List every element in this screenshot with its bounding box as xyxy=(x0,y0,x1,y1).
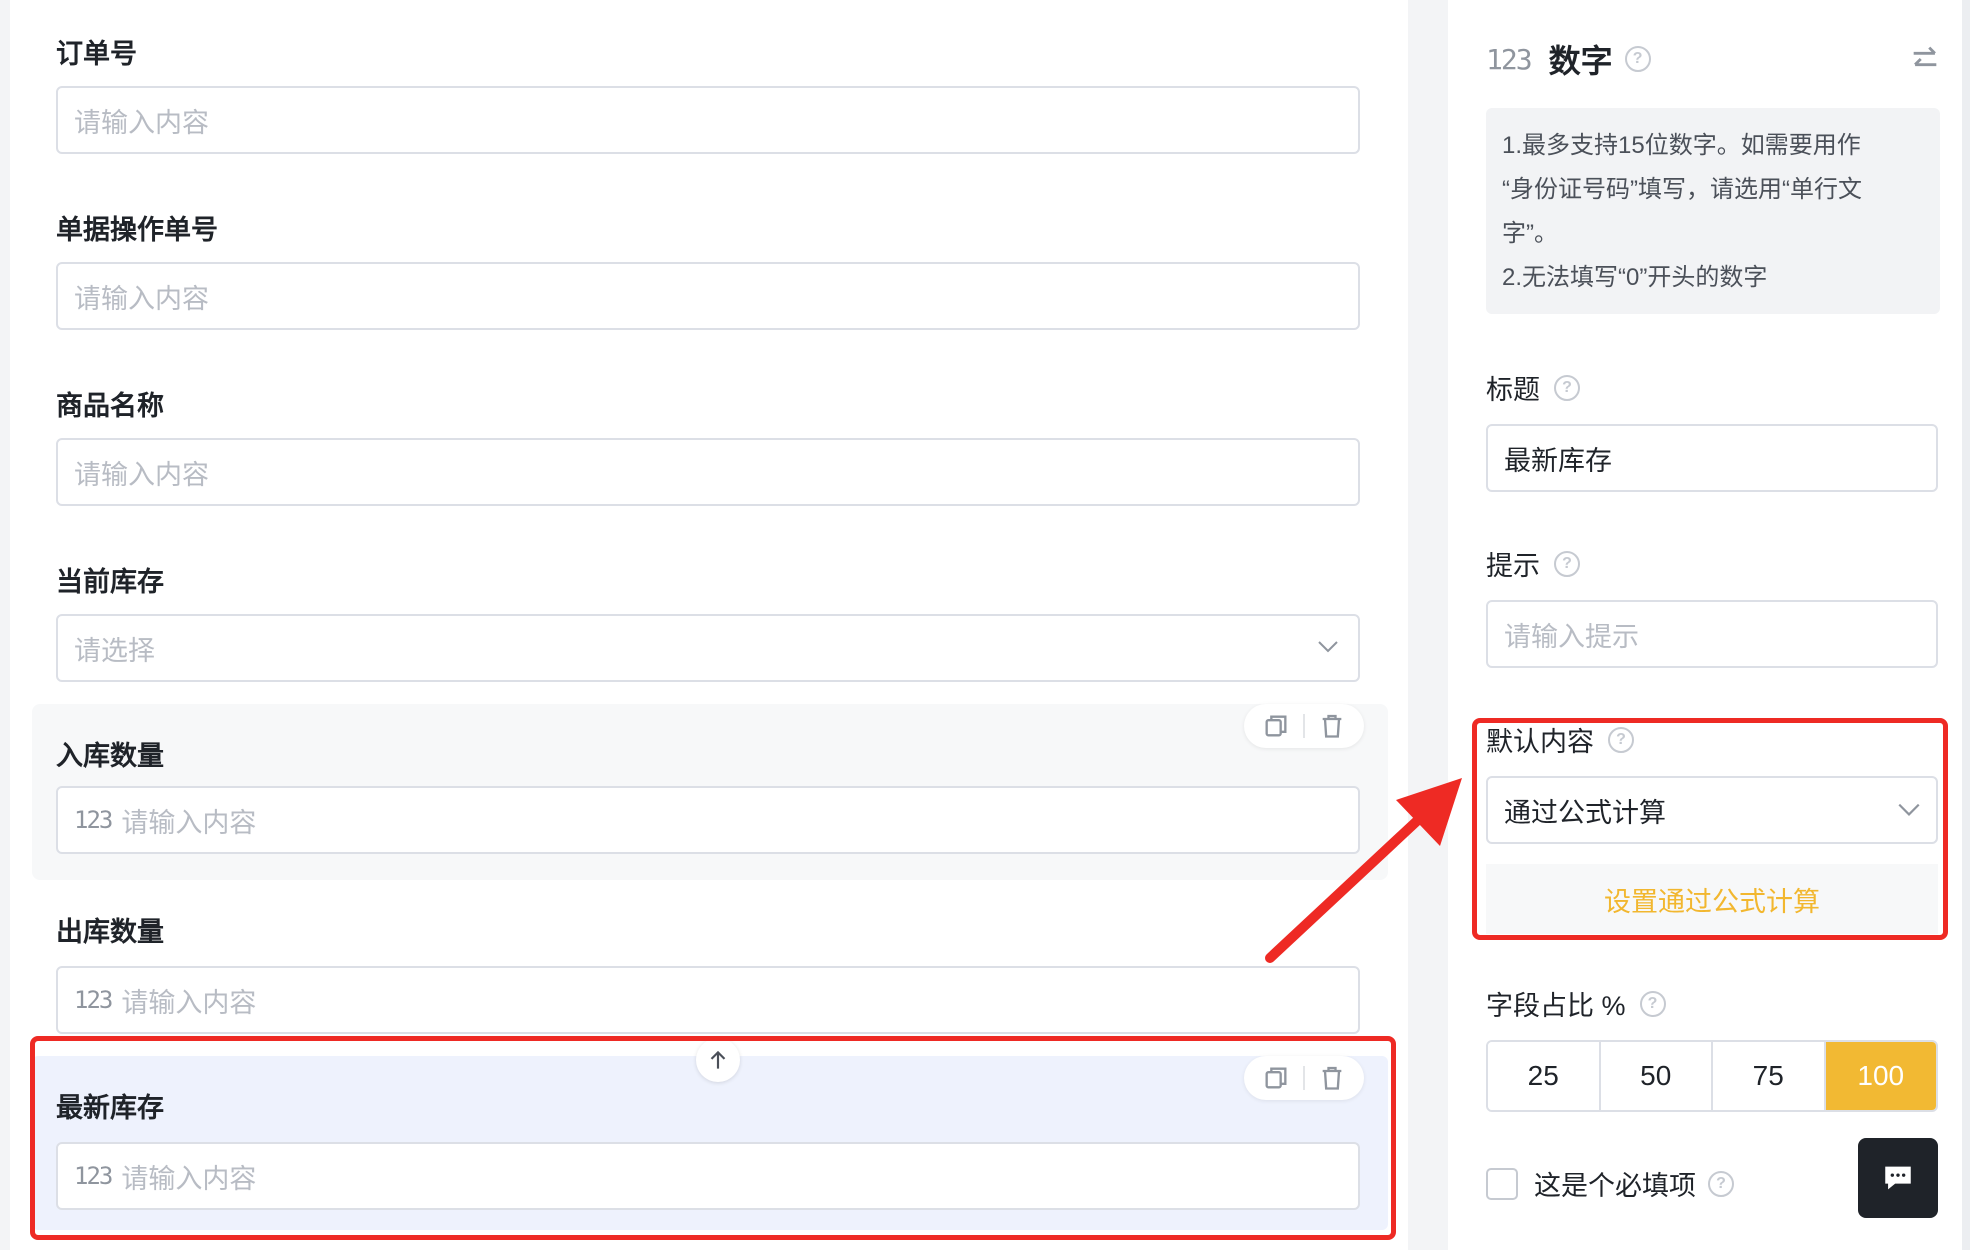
delete-icon[interactable] xyxy=(1318,712,1346,740)
help-icon[interactable]: ? xyxy=(1608,726,1634,753)
title-label-text: 标题 xyxy=(1486,375,1540,405)
panel-header: 123 数字 ? xyxy=(1486,36,1651,82)
toolbar-divider xyxy=(1302,1066,1305,1090)
default-content-value: 通过公式计算 xyxy=(1504,797,1666,828)
default-content-select[interactable]: 通过公式计算 xyxy=(1486,776,1938,844)
swap-icon[interactable] xyxy=(1908,42,1942,76)
product-name-input[interactable]: 请输入内容 xyxy=(56,438,1360,506)
field-label: 单据操作单号 xyxy=(56,215,218,245)
123-icon: 123 xyxy=(74,806,113,834)
form-field-product-name[interactable]: 商品名称 请输入内容 xyxy=(32,352,1388,512)
toolbar-divider xyxy=(1302,714,1305,738)
width-selector: 25 50 75 100 xyxy=(1486,1040,1938,1112)
field-label: 出库数量 xyxy=(56,917,164,947)
chevron-down-icon xyxy=(1318,641,1338,653)
property-panel: 123 数字 ? 1.最多支持15位数字。如需要用作 “身份证号码”填写，请选用… xyxy=(1448,0,1970,1250)
123-icon: 123 xyxy=(1486,42,1533,76)
width-option-100[interactable]: 100 xyxy=(1825,1042,1936,1110)
help-icon[interactable]: ? xyxy=(1554,374,1580,401)
form-field-order-no[interactable]: 订单号 请输入内容 xyxy=(32,0,1388,160)
description-line: 1.最多支持15位数字。如需要用作 xyxy=(1502,132,1861,159)
copy-icon[interactable] xyxy=(1262,712,1290,740)
title-input-value: 最新库存 xyxy=(1504,445,1612,476)
form-field-inbound-qty[interactable]: 入库数量 123 请输入内容 xyxy=(32,704,1388,880)
input-placeholder: 请输入内容 xyxy=(121,807,257,838)
copy-icon[interactable] xyxy=(1262,1064,1290,1092)
order-no-input[interactable]: 请输入内容 xyxy=(56,86,1360,154)
required-checkbox[interactable] xyxy=(1486,1167,1518,1200)
input-placeholder: 请输入内容 xyxy=(74,283,209,314)
123-icon: 123 xyxy=(74,1162,113,1190)
input-placeholder: 请输入内容 xyxy=(121,987,257,1018)
hint-placeholder: 请输入提示 xyxy=(1504,621,1639,652)
scrollbar[interactable] xyxy=(1962,0,1970,1250)
chevron-down-icon xyxy=(1898,803,1920,816)
field-label: 订单号 xyxy=(56,39,137,69)
form-field-latest-stock[interactable]: 最新库存 123 请输入内容 xyxy=(32,1056,1388,1230)
hint-label-text: 提示 xyxy=(1486,551,1540,581)
title-label: 标题 ? xyxy=(1486,368,1580,407)
title-input[interactable]: 最新库存 xyxy=(1486,424,1938,492)
inbound-qty-input[interactable]: 123 请输入内容 xyxy=(56,786,1360,854)
help-icon[interactable]: ? xyxy=(1708,1170,1734,1197)
default-label: 默认内容 ? xyxy=(1486,720,1634,759)
field-toolbar xyxy=(1244,704,1364,748)
form-canvas: 订单号 请输入内容 单据操作单号 请输入内容 商品名称 请输入内容 当前库存 请… xyxy=(10,0,1408,1250)
required-label: 这是个必填项 xyxy=(1534,1171,1696,1201)
current-stock-select[interactable]: 请选择 xyxy=(56,614,1360,682)
help-icon[interactable]: ? xyxy=(1554,550,1580,577)
field-label: 入库数量 xyxy=(56,741,164,771)
hint-input[interactable]: 请输入提示 xyxy=(1486,600,1938,668)
width-label: 字段占比 % ? xyxy=(1486,984,1666,1023)
set-formula-button[interactable]: 设置通过公式计算 xyxy=(1486,864,1938,934)
input-placeholder: 请输入内容 xyxy=(121,1163,257,1194)
width-option-25[interactable]: 25 xyxy=(1488,1042,1601,1110)
field-label: 当前库存 xyxy=(56,567,164,597)
width-option-50[interactable]: 50 xyxy=(1600,1042,1713,1110)
form-field-operation-no[interactable]: 单据操作单号 请输入内容 xyxy=(32,176,1388,336)
outbound-qty-input[interactable]: 123 请输入内容 xyxy=(56,966,1360,1034)
field-toolbar xyxy=(1244,1056,1364,1100)
move-up-button[interactable] xyxy=(696,1038,740,1082)
description-line: “身份证号码”填写，请选用“单行文 xyxy=(1502,176,1862,203)
chat-icon xyxy=(1885,1166,1911,1190)
input-placeholder: 请输入内容 xyxy=(74,107,209,138)
123-icon: 123 xyxy=(74,986,113,1014)
arrow-up-icon xyxy=(710,1050,726,1069)
default-label-text: 默认内容 xyxy=(1486,727,1594,757)
select-placeholder: 请选择 xyxy=(74,635,155,666)
description-line: 字”。 xyxy=(1502,220,1558,247)
width-option-75[interactable]: 75 xyxy=(1713,1042,1826,1110)
field-label: 最新库存 xyxy=(56,1093,164,1123)
description-line: 2.无法填写“0”开头的数字 xyxy=(1502,264,1768,291)
field-label: 商品名称 xyxy=(56,391,164,421)
type-description: 1.最多支持15位数字。如需要用作 “身份证号码”填写，请选用“单行文 字”。 … xyxy=(1486,108,1940,314)
panel-title: 数字 xyxy=(1548,43,1613,79)
latest-stock-input[interactable]: 123 请输入内容 xyxy=(56,1142,1360,1210)
form-field-outbound-qty[interactable]: 出库数量 123 请输入内容 xyxy=(32,880,1388,1040)
form-field-current-stock[interactable]: 当前库存 请选择 xyxy=(32,528,1388,688)
delete-icon[interactable] xyxy=(1318,1064,1346,1092)
operation-no-input[interactable]: 请输入内容 xyxy=(56,262,1360,330)
help-icon[interactable]: ? xyxy=(1639,990,1666,1017)
required-toggle[interactable]: 这是个必填项 ? xyxy=(1486,1164,1734,1203)
input-placeholder: 请输入内容 xyxy=(74,459,209,490)
hint-label: 提示 ? xyxy=(1486,544,1580,583)
help-icon[interactable]: ? xyxy=(1624,46,1651,72)
width-label-text: 字段占比 % xyxy=(1486,991,1626,1021)
chat-button[interactable] xyxy=(1858,1138,1938,1218)
